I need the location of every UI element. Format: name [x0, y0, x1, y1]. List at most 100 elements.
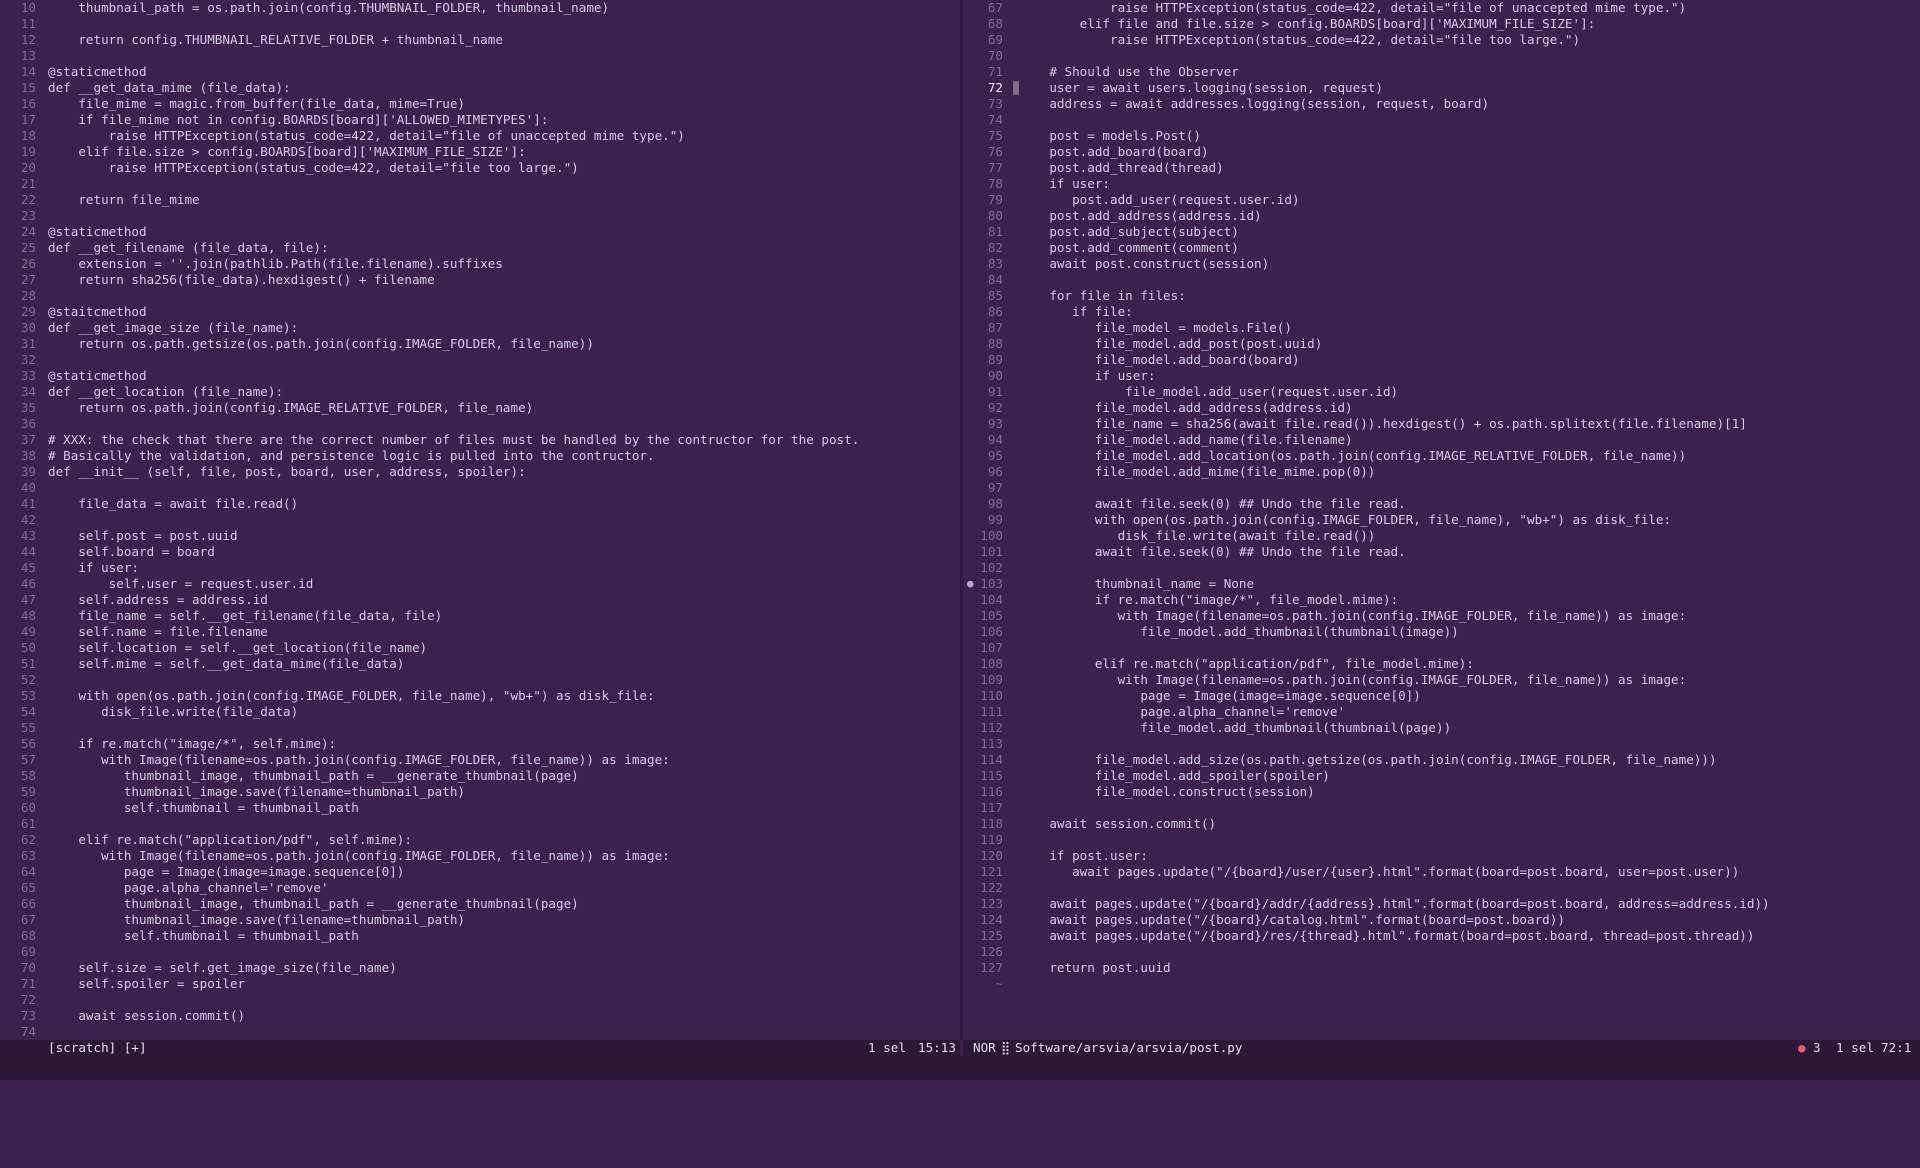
code-line[interactable]: 113: [963, 736, 1920, 752]
code-line[interactable]: 117: [963, 800, 1920, 816]
code-line[interactable]: 50 self.location = self.__get_location(f…: [0, 640, 960, 656]
code-line[interactable]: 120 if post.user:: [963, 848, 1920, 864]
code-line[interactable]: 20 raise HTTPException(status_code=422, …: [0, 160, 960, 176]
code-line[interactable]: 86 if file:: [963, 304, 1920, 320]
code-line[interactable]: 69: [0, 944, 960, 960]
code-line[interactable]: 112 file_model.add_thumbnail(thumbnail(p…: [963, 720, 1920, 736]
code-line[interactable]: 126: [963, 944, 1920, 960]
code-line[interactable]: 21: [0, 176, 960, 192]
code-line[interactable]: 105 with Image(filename=os.path.join(con…: [963, 608, 1920, 624]
code-line[interactable]: 63 with Image(filename=os.path.join(conf…: [0, 848, 960, 864]
code-line[interactable]: 98 await file.seek(0) ## Undo the file r…: [963, 496, 1920, 512]
code-line[interactable]: 103 thumbnail_name = None ●: [963, 576, 1920, 592]
code-line[interactable]: 110 page = Image(image=image.sequence[0]…: [963, 688, 1920, 704]
code-line[interactable]: 23: [0, 208, 960, 224]
code-line[interactable]: 55: [0, 720, 960, 736]
diagnostic-dot-icon[interactable]: ●: [967, 576, 974, 592]
right-editor-pane[interactable]: 67 raise HTTPException(status_code=422, …: [963, 0, 1920, 1040]
code-line[interactable]: 13: [0, 48, 960, 64]
code-line[interactable]: 25 def __get_filename (file_data, file):: [0, 240, 960, 256]
code-line[interactable]: 80 post.add_address(address.id): [963, 208, 1920, 224]
code-line[interactable]: 85 for file in files:: [963, 288, 1920, 304]
code-line[interactable]: 48 file_name = self.__get_filename(file_…: [0, 608, 960, 624]
code-line[interactable]: 96 file_model.add_mime(file_mime.pop(0)): [963, 464, 1920, 480]
code-line[interactable]: 61: [0, 816, 960, 832]
code-line[interactable]: 68 elif file and file.size > config.BOAR…: [963, 16, 1920, 32]
code-line[interactable]: 56 if re.match("image/*", self.mime):: [0, 736, 960, 752]
code-line[interactable]: 65 page.alpha_channel='remove': [0, 880, 960, 896]
code-line[interactable]: 28: [0, 288, 960, 304]
code-line[interactable]: 34 def __get_location (file_name):: [0, 384, 960, 400]
code-line[interactable]: 73 await session.commit(): [0, 1008, 960, 1024]
code-line[interactable]: 49 self.name = file.filename: [0, 624, 960, 640]
code-line[interactable]: 76 post.add_board(board): [963, 144, 1920, 160]
code-line[interactable]: 38 # Basically the validation, and persis…: [0, 448, 960, 464]
code-line[interactable]: 32: [0, 352, 960, 368]
code-line[interactable]: 124 await pages.update("/{board}/catalog…: [963, 912, 1920, 928]
code-line[interactable]: 107: [963, 640, 1920, 656]
code-line[interactable]: 62 elif re.match("application/pdf", self…: [0, 832, 960, 848]
code-line[interactable]: 69 raise HTTPException(status_code=422, …: [963, 32, 1920, 48]
code-line[interactable]: 27 return sha256(file_data).hexdigest() …: [0, 272, 960, 288]
code-line[interactable]: 102: [963, 560, 1920, 576]
code-line[interactable]: 58 thumbnail_image, thumbnail_path = __g…: [0, 768, 960, 784]
code-line[interactable]: 42: [0, 512, 960, 528]
code-line[interactable]: 19 elif file.size > config.BOARDS[board]…: [0, 144, 960, 160]
code-line[interactable]: 71 # Should use the Observer: [963, 64, 1920, 80]
code-line[interactable]: 74: [963, 112, 1920, 128]
code-line[interactable]: 24 @staticmethod: [0, 224, 960, 240]
code-line[interactable]: 115 file_model.add_spoiler(spoiler): [963, 768, 1920, 784]
code-line[interactable]: 78 if user:: [963, 176, 1920, 192]
code-line[interactable]: 74: [0, 1024, 960, 1040]
command-line[interactable]: [0, 1056, 1920, 1080]
code-line[interactable]: 116 file_model.construct(session): [963, 784, 1920, 800]
code-line[interactable]: 51 self.mime = self.__get_data_mime(file…: [0, 656, 960, 672]
code-line[interactable]: 77 post.add_thread(thread): [963, 160, 1920, 176]
code-line[interactable]: 30 def __get_image_size (file_name):: [0, 320, 960, 336]
code-line[interactable]: 89 file_model.add_board(board): [963, 352, 1920, 368]
code-line[interactable]: 88 file_model.add_post(post.uuid): [963, 336, 1920, 352]
code-line[interactable]: 66 thumbnail_image, thumbnail_path = __g…: [0, 896, 960, 912]
code-line[interactable]: 64 page = Image(image=image.sequence[0]): [0, 864, 960, 880]
code-line[interactable]: 123 await pages.update("/{board}/addr/{a…: [963, 896, 1920, 912]
code-line[interactable]: 100 disk_file.write(await file.read()): [963, 528, 1920, 544]
code-line[interactable]: 39 def __init__ (self, file, post, board,…: [0, 464, 960, 480]
diagnostics-count[interactable]: 3: [1813, 1040, 1821, 1056]
code-line[interactable]: 121 await pages.update("/{board}/user/{u…: [963, 864, 1920, 880]
code-line[interactable]: 53 with open(os.path.join(config.IMAGE_F…: [0, 688, 960, 704]
code-line[interactable]: 33 @staticmethod: [0, 368, 960, 384]
code-line[interactable]: 12 return config.THUMBNAIL_RELATIVE_FOLD…: [0, 32, 960, 48]
code-line[interactable]: 109 with Image(filename=os.path.join(con…: [963, 672, 1920, 688]
code-line[interactable]: 82 post.add_comment(comment): [963, 240, 1920, 256]
code-line[interactable]: 36: [0, 416, 960, 432]
code-line[interactable]: 75 post = models.Post(): [963, 128, 1920, 144]
code-line[interactable]: 114 file_model.add_size(os.path.getsize(…: [963, 752, 1920, 768]
code-line[interactable]: 83 await post.construct(session): [963, 256, 1920, 272]
code-line[interactable]: 43 self.post = post.uuid: [0, 528, 960, 544]
code-line[interactable]: 22 return file_mime: [0, 192, 960, 208]
code-line[interactable]: 71 self.spoiler = spoiler: [0, 976, 960, 992]
code-line[interactable]: 94 file_model.add_name(file.filename): [963, 432, 1920, 448]
code-line[interactable]: 79 post.add_user(request.user.id): [963, 192, 1920, 208]
code-line[interactable]: 37 # XXX: the check that there are the co…: [0, 432, 960, 448]
code-line[interactable]: 108 elif re.match("application/pdf", fil…: [963, 656, 1920, 672]
code-line[interactable]: 10 thumbnail_path = os.path.join(config.…: [0, 0, 960, 16]
code-line[interactable]: 54 disk_file.write(file_data): [0, 704, 960, 720]
code-line[interactable]: 92 file_model.add_address(address.id): [963, 400, 1920, 416]
code-line[interactable]: 119: [963, 832, 1920, 848]
code-line[interactable]: 70 self.size = self.get_image_size(file_…: [0, 960, 960, 976]
code-line[interactable]: 72: [0, 992, 960, 1008]
code-line[interactable]: 44 self.board = board: [0, 544, 960, 560]
code-line[interactable]: 45 if user:: [0, 560, 960, 576]
code-line[interactable]: 47 self.address = address.id: [0, 592, 960, 608]
code-line[interactable]: 17 if file_mime not in config.BOARDS[boa…: [0, 112, 960, 128]
code-line[interactable]: 67 raise HTTPException(status_code=422, …: [963, 0, 1920, 16]
code-line[interactable]: 18 raise HTTPException(status_code=422, …: [0, 128, 960, 144]
code-line[interactable]: 16 file_mime = magic.from_buffer(file_da…: [0, 96, 960, 112]
code-line[interactable]: 59 thumbnail_image.save(filename=thumbna…: [0, 784, 960, 800]
code-line[interactable]: 99 with open(os.path.join(config.IMAGE_F…: [963, 512, 1920, 528]
code-line[interactable]: 84: [963, 272, 1920, 288]
code-line[interactable]: 91 file_model.add_user(request.user.id): [963, 384, 1920, 400]
code-line[interactable]: 104 if re.match("image/*", file_model.mi…: [963, 592, 1920, 608]
code-line[interactable]: 118 await session.commit(): [963, 816, 1920, 832]
